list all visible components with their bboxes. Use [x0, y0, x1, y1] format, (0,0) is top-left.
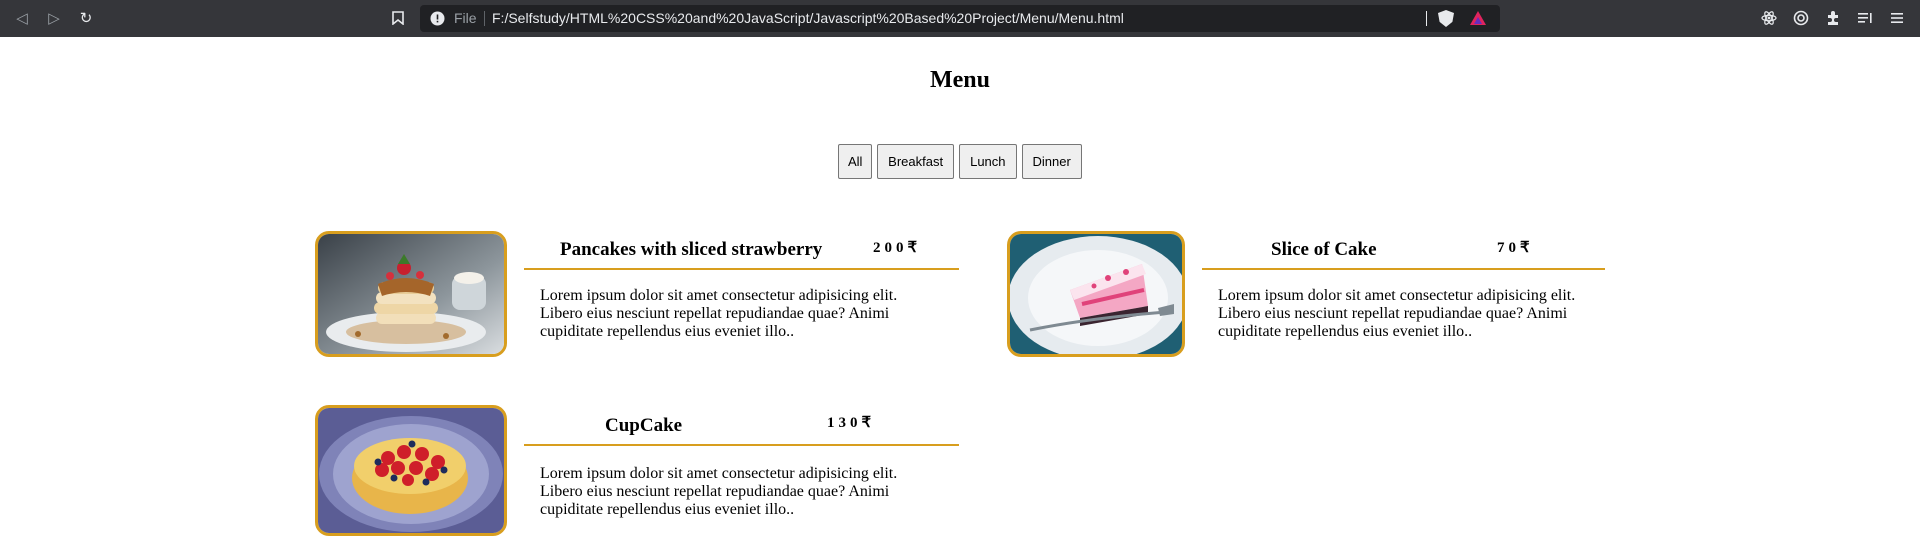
address-bar[interactable]: File F:/Selfstudy/HTML%20CSS%20and%20Jav… [420, 5, 1500, 32]
reading-list-icon[interactable] [1855, 8, 1875, 28]
item-divider [1202, 268, 1605, 270]
url-text[interactable]: F:/Selfstudy/HTML%20CSS%20and%20JavaScri… [492, 9, 1124, 28]
filter-bar: All Breakfast Lunch Dinner [0, 144, 1920, 179]
brave-shield-icon[interactable] [1438, 10, 1454, 27]
cake-slice-photo [1007, 231, 1185, 357]
item-divider [524, 268, 959, 270]
url-scheme: File [454, 10, 477, 26]
item-price: 200₹ [873, 240, 922, 256]
filter-all-button[interactable]: All [838, 144, 873, 179]
url-divider-right [1426, 11, 1427, 26]
url-divider [484, 11, 485, 26]
item-description: Lorem ipsum dolor sit amet consectetur a… [540, 287, 898, 340]
item-name: CupCake [605, 415, 683, 436]
item-name: Slice of Cake [1271, 239, 1377, 260]
item-description: Lorem ipsum dolor sit amet consectetur a… [540, 465, 898, 518]
item-name: Pancakes with sliced strawberry [560, 239, 823, 260]
item-description: Lorem ipsum dolor sit amet consectetur a… [1218, 287, 1576, 340]
pancakes-photo [315, 231, 507, 357]
page-title: Menu [930, 67, 990, 93]
forward-icon[interactable]: ▷ [44, 8, 64, 28]
reload-icon[interactable]: ↻ [76, 8, 96, 28]
filter-dinner-button[interactable]: Dinner [1021, 144, 1082, 179]
fruit-tart-photo [315, 405, 507, 536]
menu-icon[interactable] [1887, 8, 1907, 28]
info-icon[interactable] [430, 9, 445, 32]
bookmark-icon[interactable] [388, 8, 408, 28]
filter-lunch-button[interactable]: Lunch [959, 144, 1017, 179]
item-price: 70₹ [1497, 240, 1534, 256]
wallet-icon[interactable] [1791, 8, 1811, 28]
item-price: 130₹ [827, 415, 876, 431]
back-icon[interactable]: ◁ [12, 8, 32, 28]
filter-breakfast-button[interactable]: Breakfast [877, 144, 955, 179]
item-divider [524, 444, 959, 446]
brave-rewards-icon-inner [1474, 17, 1482, 24]
extensions-icon[interactable] [1823, 8, 1843, 28]
browser-toolbar: ◁ ▷ ↻ File F:/Selfstudy/HTML%20CSS%20and… [0, 0, 1920, 37]
react-devtools-icon[interactable] [1759, 8, 1779, 28]
